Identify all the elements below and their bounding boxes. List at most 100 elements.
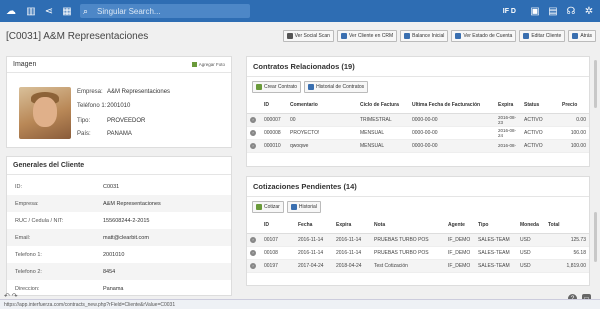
expand-icon[interactable]: › bbox=[250, 262, 256, 269]
summary-value: 2001010 bbox=[107, 103, 131, 109]
expand-icon[interactable]: › bbox=[250, 129, 256, 136]
summary-label: Teléfono 1: bbox=[77, 103, 107, 109]
summary-label: Tipo: bbox=[77, 117, 91, 124]
quotes-table: ID Fecha Expira Nota Agente Tipo Moneda … bbox=[247, 217, 589, 273]
avatar bbox=[19, 87, 71, 139]
image-panel-title: Imagen bbox=[13, 61, 37, 68]
user-label[interactable]: IF D bbox=[503, 8, 516, 15]
col-header[interactable]: Ultima Fecha de Facturación bbox=[409, 97, 495, 114]
col-header[interactable]: Expira bbox=[495, 97, 521, 114]
user-icon bbox=[340, 33, 347, 39]
expand-icon[interactable]: › bbox=[250, 236, 256, 243]
col-header[interactable]: Nota bbox=[371, 217, 445, 234]
gear-icon[interactable]: ✲ bbox=[580, 0, 598, 22]
balance-button[interactable]: Balance Inicial bbox=[400, 30, 449, 42]
table-row[interactable]: › 00107 2016-11-14 2016-11-14 PRUEBAS TU… bbox=[247, 233, 589, 247]
col-header[interactable]: Fecha bbox=[295, 217, 333, 234]
quote-history-button[interactable]: Historial bbox=[286, 201, 321, 213]
history-icon bbox=[308, 84, 315, 90]
back-button[interactable]: Atrás bbox=[568, 30, 596, 42]
summary-label: Empresa: bbox=[77, 88, 103, 95]
document-icon bbox=[455, 33, 462, 39]
general-info-list: ID: C0031 Empresa: A&M Representaciones RU… bbox=[7, 175, 231, 295]
table-row[interactable]: › 000007 00 TRIMESTRAL 0000-00-00 2016-0… bbox=[247, 113, 589, 127]
table-row[interactable]: › 00197 2017-04-24 2018-04-24 Test Cotiz… bbox=[247, 259, 589, 273]
image-panel: Imagen Agregar Foto Empresa: A&M Represen… bbox=[6, 56, 232, 148]
quotes-header: Cotizaciones Pendientes (14) bbox=[247, 177, 589, 197]
expand-icon[interactable]: › bbox=[250, 142, 256, 149]
col-header[interactable]: ID bbox=[261, 217, 295, 234]
page-title: [C0031] A&M Representaciones bbox=[6, 30, 149, 42]
summary-value: PANAMA bbox=[107, 130, 132, 137]
contract-history-button[interactable]: Historial de Contratos bbox=[304, 81, 369, 93]
info-row: Email: matt@clearbit.com bbox=[7, 229, 231, 246]
image-panel-header: Imagen Agregar Foto bbox=[7, 57, 231, 73]
expand-icon[interactable]: › bbox=[250, 116, 256, 123]
col-header[interactable]: Ciclo de Factura bbox=[357, 97, 409, 114]
col-header[interactable]: Comentario bbox=[287, 97, 357, 114]
create-contract-button[interactable]: Crear Contrato bbox=[252, 81, 302, 93]
col-header[interactable]: Expira bbox=[333, 217, 371, 234]
expand-icon[interactable]: › bbox=[250, 249, 256, 256]
quotes-toolbar: Cotizar Historial bbox=[247, 197, 589, 217]
info-row: ID: C0031 bbox=[15, 183, 120, 190]
summary-value: A&M Representaciones bbox=[107, 88, 171, 95]
general-info-header: Generales del Cliente bbox=[7, 157, 231, 175]
info-row: Direccion: Panama bbox=[15, 285, 124, 292]
balance-icon bbox=[404, 33, 411, 39]
quote-button[interactable]: Cotizar bbox=[252, 201, 284, 213]
social-scan-button[interactable]: Ver Social Scan bbox=[282, 30, 334, 42]
client-summary: Empresa: A&M Representaciones Teléfono 1:… bbox=[77, 85, 170, 140]
history-icon bbox=[290, 204, 297, 210]
table-row[interactable]: › 000010 qwoqwe MENSUAL 0000-00-00 2016-… bbox=[247, 139, 589, 153]
building-icon[interactable]: ▥ bbox=[22, 0, 40, 22]
contracts-table: ID Comentario Ciclo de Factura Ultima Fe… bbox=[247, 97, 589, 153]
search-icon: ⌕ bbox=[83, 5, 89, 16]
calendar-icon[interactable]: ▣ bbox=[526, 0, 544, 22]
search-input[interactable]: ⌕ Singular Search... bbox=[80, 4, 250, 18]
col-header[interactable]: Agente bbox=[445, 217, 475, 234]
summary-value: PROVEEDOR bbox=[107, 117, 146, 124]
search-placeholder: Singular Search... bbox=[97, 6, 161, 16]
table-row[interactable]: › 00108 2016-11-14 2016-11-14 PRUEBAS TU… bbox=[247, 246, 589, 260]
contracts-header: Contratos Relacionados (19) bbox=[247, 57, 589, 77]
status-url: https://app.interfuerza.com/contracts_ne… bbox=[4, 301, 176, 308]
account-statement-button[interactable]: Ver Estado de Cuenta bbox=[451, 30, 517, 42]
grid-icon[interactable]: ▦ bbox=[58, 0, 76, 22]
add-icon bbox=[256, 204, 262, 210]
col-header[interactable]: ID bbox=[261, 97, 287, 114]
scrollbar[interactable] bbox=[594, 212, 597, 262]
photo-icon bbox=[191, 62, 197, 67]
cloud-icon[interactable]: ☁ bbox=[0, 0, 22, 22]
add-icon bbox=[256, 84, 262, 90]
user-icon bbox=[286, 33, 293, 39]
info-row: Telefono 2: 8454 bbox=[7, 263, 231, 280]
crm-button[interactable]: Ver Cliente en CRM bbox=[336, 30, 398, 42]
add-photo-button[interactable]: Agregar Foto bbox=[191, 62, 225, 67]
status-bar: https://app.interfuerza.com/contracts_ne… bbox=[0, 299, 600, 309]
col-header[interactable]: Moneda bbox=[517, 217, 545, 234]
table-row[interactable]: › 000008 PROYECTO! MENSUAL 0000-00-00 20… bbox=[247, 126, 589, 140]
headset-icon[interactable]: ☊ bbox=[562, 0, 580, 22]
topbar-right: IF D ▣ ▤ ☊ ✲ bbox=[503, 0, 598, 22]
edit-client-button[interactable]: Editar Cliente bbox=[519, 30, 566, 42]
col-header[interactable]: Precio bbox=[559, 97, 589, 114]
chart-icon[interactable]: ▤ bbox=[544, 0, 562, 22]
contracts-panel: Contratos Relacionados (19) Crear Contra… bbox=[246, 56, 590, 167]
scrollbar[interactable] bbox=[594, 60, 597, 108]
action-buttons: Ver Social Scan Ver Cliente en CRM Balan… bbox=[282, 30, 596, 42]
edit-icon bbox=[523, 33, 530, 39]
col-header[interactable]: Status bbox=[521, 97, 559, 114]
top-navbar: ☁ ▥ ⋖ ▦ ⌕ Singular Search... IF D ▣ ▤ ☊ … bbox=[0, 0, 600, 22]
general-info-panel: Generales del Cliente ID: C0031 Empresa: A… bbox=[6, 156, 232, 296]
back-arrow-icon bbox=[572, 33, 579, 39]
contracts-toolbar: Crear Contrato Historial de Contratos bbox=[247, 77, 589, 97]
col-header[interactable]: Tipo bbox=[475, 217, 517, 234]
info-row: RUC / Cedula / NIT: 155608244-2-2015 bbox=[15, 217, 150, 224]
col-header[interactable]: Total bbox=[545, 217, 589, 234]
summary-label: País: bbox=[77, 130, 91, 137]
quotes-panel: Cotizaciones Pendientes (14) Cotizar His… bbox=[246, 176, 590, 286]
info-row: Telefono 1: 2001010 bbox=[15, 251, 125, 258]
info-row: Empresa: A&M Representaciones bbox=[7, 195, 231, 212]
share-icon[interactable]: ⋖ bbox=[40, 0, 58, 22]
